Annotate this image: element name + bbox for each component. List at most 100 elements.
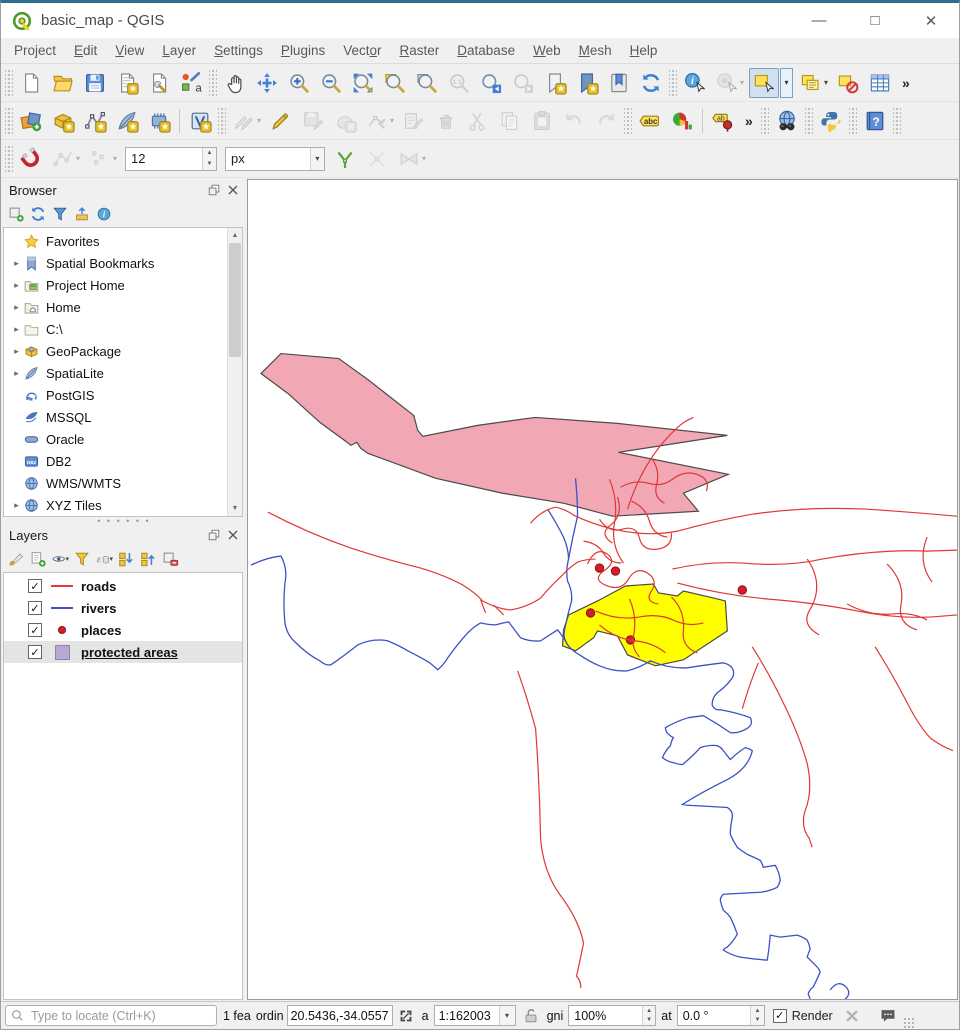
scale-input[interactable] — [435, 1006, 499, 1025]
toolbar-drag-handle[interactable] — [669, 70, 677, 96]
browser-item-mssql[interactable]: MSSQL — [4, 406, 227, 428]
manage-map-themes-button[interactable]: ▾ — [49, 548, 71, 570]
layer-labeling-button[interactable]: abc — [635, 106, 665, 136]
menu-mesh[interactable]: Mesh — [570, 40, 621, 61]
rotation-down-icon[interactable]: ▼ — [751, 1016, 763, 1026]
layer-visibility-checkbox[interactable]: ✓ — [28, 623, 42, 637]
browser-item-home[interactable]: ▸Home — [4, 296, 227, 318]
window-minimize-button[interactable]: — — [791, 3, 847, 38]
toolbar-drag-handle[interactable] — [805, 108, 813, 134]
browser-scrollbar[interactable]: ▲ ▼ — [227, 228, 242, 516]
snapping-tolerance-input[interactable] — [126, 148, 202, 170]
select-features-by-value-button[interactable]: ▾ — [796, 68, 831, 98]
open-project-button[interactable] — [48, 68, 78, 98]
new-temporary-scratch-layer-button[interactable] — [144, 106, 174, 136]
layer-diagram-button[interactable] — [667, 106, 697, 136]
remove-layer-group-button[interactable] — [159, 548, 181, 570]
scroll-down-icon[interactable]: ▼ — [228, 501, 242, 516]
snapping-tolerance-spinbox[interactable]: ▲▼ — [125, 147, 217, 171]
browser-close-button[interactable] — [225, 182, 241, 198]
expander-icon[interactable]: ▸ — [10, 500, 23, 511]
lock-scale-icon[interactable] — [522, 1007, 540, 1025]
zoom-in-button[interactable] — [284, 68, 314, 98]
style-manager-button[interactable]: a — [176, 68, 206, 98]
browser-item-wms-wmts[interactable]: WMS/WMTS — [4, 472, 227, 494]
menu-help[interactable]: Help — [621, 40, 667, 61]
locator-input[interactable] — [29, 1008, 212, 1024]
add-group-button[interactable] — [27, 548, 49, 570]
zoom-to-selection-button[interactable] — [380, 68, 410, 98]
toolbar-drag-handle[interactable] — [209, 70, 217, 96]
properties-widget-button[interactable]: i — [93, 203, 115, 225]
browser-item-spatial-bookmarks[interactable]: ▸Spatial Bookmarks — [4, 252, 227, 274]
new-geopackage-layer-button[interactable] — [48, 106, 78, 136]
menu-settings[interactable]: Settings — [205, 40, 272, 61]
layer-item-rivers[interactable]: ✓rivers — [4, 597, 242, 619]
zoom-out-button[interactable] — [316, 68, 346, 98]
filter-legend-expression-button[interactable]: ε▾ — [93, 548, 115, 570]
toolbar-drag-handle[interactable] — [849, 108, 857, 134]
toolbar-drag-handle[interactable] — [761, 108, 769, 134]
new-spatial-bookmark-button[interactable] — [540, 68, 570, 98]
help-contents-button[interactable]: ? — [860, 106, 890, 136]
scroll-thumb[interactable] — [229, 243, 241, 357]
toolbar-drag-handle[interactable] — [5, 108, 13, 134]
magnifier-input[interactable] — [569, 1006, 642, 1025]
layer-item-places[interactable]: ✓places — [4, 619, 242, 641]
pan-to-selection-button[interactable] — [252, 68, 282, 98]
menu-plugins[interactable]: Plugins — [272, 40, 334, 61]
snapping-units-dropdown-icon[interactable]: ▾ — [310, 148, 324, 170]
layers-float-button[interactable] — [206, 527, 222, 543]
filter-legend-button[interactable] — [71, 548, 93, 570]
new-spatialite-layer-button[interactable] — [112, 106, 142, 136]
locator-bar[interactable] — [5, 1005, 217, 1026]
layer-visibility-checkbox[interactable]: ✓ — [28, 601, 42, 615]
zoom-last-button[interactable] — [476, 68, 506, 98]
collapse-all-layers-button[interactable] — [137, 548, 159, 570]
browser-item-favorites[interactable]: Favorites — [4, 230, 227, 252]
rotation-spinbox[interactable]: ▲▼ — [677, 1005, 765, 1026]
select-features-button[interactable] — [749, 68, 779, 98]
new-project-button[interactable] — [16, 68, 46, 98]
menu-layer[interactable]: Layer — [153, 40, 205, 61]
new-virtual-layer-button[interactable] — [185, 106, 215, 136]
spin-down-icon[interactable]: ▼ — [203, 159, 216, 170]
rotation-input[interactable] — [678, 1006, 751, 1025]
open-layer-styling-button[interactable] — [5, 548, 27, 570]
toolbar-drag-handle[interactable] — [5, 70, 13, 96]
toolbar-overflow-button[interactable]: » — [896, 75, 916, 91]
show-spatial-bookmarks-button[interactable] — [572, 68, 602, 98]
menu-vector[interactable]: Vector — [334, 40, 390, 61]
expander-icon[interactable]: ▸ — [10, 302, 23, 313]
new-print-layout-button[interactable] — [112, 68, 142, 98]
browser-item-spatialite[interactable]: ▸SpatiaLite — [4, 362, 227, 384]
scroll-up-icon[interactable]: ▲ — [228, 228, 242, 243]
resize-grip[interactable] — [903, 1017, 915, 1029]
toggle-editing-button[interactable] — [266, 106, 296, 136]
window-close-button[interactable]: ✕ — [903, 3, 959, 38]
browser-item-geopackage[interactable]: ▸GeoPackage — [4, 340, 227, 362]
browser-item-project-home[interactable]: ▸Project Home — [4, 274, 227, 296]
layer-item-roads[interactable]: ✓roads — [4, 575, 242, 597]
refresh-map-button[interactable] — [636, 68, 666, 98]
messages-icon[interactable] — [879, 1007, 897, 1025]
toolbar-overflow-button[interactable]: » — [739, 113, 759, 129]
coordinate-input[interactable] — [287, 1005, 393, 1026]
zoom-to-layer-button[interactable] — [412, 68, 442, 98]
metasearch-button[interactable] — [772, 106, 802, 136]
magnifier-up-icon[interactable]: ▲ — [643, 1006, 655, 1016]
menu-web[interactable]: Web — [524, 40, 570, 61]
refresh-browser-button[interactable] — [27, 203, 49, 225]
window-maximize-button[interactable]: □ — [847, 3, 903, 38]
map-canvas[interactable] — [247, 179, 958, 1000]
rotation-up-icon[interactable]: ▲ — [751, 1006, 763, 1016]
snapping-units-combo[interactable]: px▾ — [225, 147, 325, 171]
show-bookmark-manager-button[interactable] — [604, 68, 634, 98]
expand-all-button[interactable] — [115, 548, 137, 570]
zoom-full-button[interactable] — [348, 68, 378, 98]
toolbar-drag-handle[interactable] — [218, 108, 226, 134]
expander-icon[interactable]: ▸ — [10, 258, 23, 269]
scale-combo[interactable]: ▾ — [434, 1005, 516, 1026]
browser-item-postgis[interactable]: PostGIS — [4, 384, 227, 406]
extents-toggle-icon[interactable] — [397, 1007, 415, 1025]
